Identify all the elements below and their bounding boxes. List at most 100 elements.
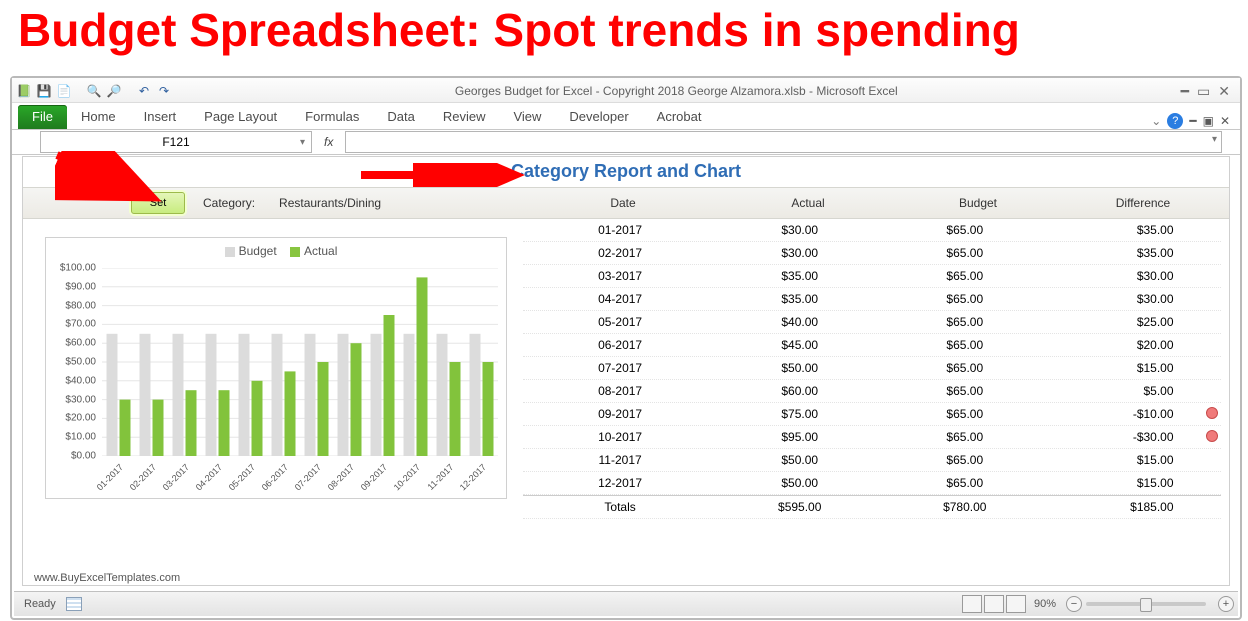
ribbon-tabs: File Home Insert Page Layout Formulas Da… [12,103,1240,130]
cell-flag [1204,407,1221,422]
tab-page-layout[interactable]: Page Layout [190,105,291,129]
minimize-icon[interactable]: ━ [1181,83,1189,100]
undo-icon[interactable]: ↶ [136,83,152,99]
header-row: Set Category: Restaurants/Dining Date Ac… [23,187,1229,219]
window-close-icon[interactable]: ✕ [1220,114,1230,128]
zoom-slider[interactable] [1086,602,1206,606]
cell-actual: $35.00 [717,269,882,283]
name-box[interactable]: F121 [40,131,312,153]
table-row[interactable]: 07-2017$50.00$65.00$15.00 [523,357,1221,380]
view-page-break-icon[interactable] [1006,595,1026,613]
view-normal-icon[interactable] [962,595,982,613]
cell-budget: $65.00 [882,476,1047,490]
bar-budget [272,334,283,456]
cell-difference: $5.00 [1047,384,1203,398]
cell-difference: -$30.00 [1047,430,1203,444]
tab-insert[interactable]: Insert [130,105,191,129]
tab-home[interactable]: Home [67,105,130,129]
cell-budget: $65.00 [882,269,1047,283]
page-headline: Budget Spreadsheet: Spot trends in spend… [0,0,1248,54]
tab-data[interactable]: Data [373,105,428,129]
table-row[interactable]: 11-2017$50.00$65.00$15.00 [523,449,1221,472]
y-tick-label: $10.00 [65,432,96,443]
find-next-icon[interactable]: 🔎 [106,83,122,99]
formula-input[interactable] [345,131,1222,153]
y-tick-label: $0.00 [71,451,96,462]
cell-date: 09-2017 [523,407,717,421]
status-bar: Ready 90% − + [14,591,1238,616]
tab-acrobat[interactable]: Acrobat [643,105,716,129]
table-row[interactable]: 05-2017$40.00$65.00$25.00 [523,311,1221,334]
bar-actual [318,362,329,456]
table-row[interactable]: 01-2017$30.00$65.00$35.00 [523,219,1221,242]
cell-difference: -$10.00 [1047,407,1203,421]
macro-record-icon[interactable] [66,597,82,611]
cell-actual: $35.00 [717,292,882,306]
cell-difference: $35.00 [1047,223,1203,237]
table-row[interactable]: 09-2017$75.00$65.00-$10.00 [523,403,1221,426]
bar-actual [186,390,197,456]
cell-date: 01-2017 [523,223,717,237]
cell-actual: $95.00 [717,430,882,444]
y-tick-label: $70.00 [65,319,96,330]
bar-budget [140,334,151,456]
set-button[interactable]: Set [131,192,185,214]
cell-difference: $30.00 [1047,292,1203,306]
restore-icon[interactable]: ▭ [1197,83,1210,100]
fx-label[interactable]: fx [324,135,333,149]
y-tick-label: $20.00 [65,413,96,424]
zoom-in-button[interactable]: + [1218,596,1234,612]
table-row[interactable]: 12-2017$50.00$65.00$15.00 [523,472,1221,495]
cell-budget: $65.00 [882,246,1047,260]
save-icon[interactable]: 💾 [36,83,52,99]
tab-review[interactable]: Review [429,105,500,129]
table-row[interactable]: 03-2017$35.00$65.00$30.00 [523,265,1221,288]
window-restore-icon[interactable]: ▣ [1203,114,1214,128]
cell-actual: $50.00 [717,476,882,490]
find-icon[interactable]: 🔍 [86,83,102,99]
tab-view[interactable]: View [499,105,555,129]
window-minimize-icon[interactable]: ━ [1189,114,1196,128]
bar-budget [305,334,316,456]
tab-file[interactable]: File [18,105,67,129]
cell-budget: $65.00 [882,430,1047,444]
cell-budget: $65.00 [882,361,1047,375]
close-icon[interactable]: ✕ [1218,83,1230,100]
x-tick-label: 02-2017 [128,462,158,492]
window-title: Georges Budget for Excel - Copyright 201… [172,84,1181,98]
cell-date: 12-2017 [523,476,717,490]
x-tick-label: 08-2017 [326,462,356,492]
table-row[interactable]: 02-2017$30.00$65.00$35.00 [523,242,1221,265]
tab-formulas[interactable]: Formulas [291,105,373,129]
data-rows: 01-2017$30.00$65.00$35.0002-2017$30.00$6… [523,219,1221,583]
bar-actual [219,390,230,456]
y-tick-label: $50.00 [65,357,96,368]
cell-budget: $65.00 [882,338,1047,352]
table-row[interactable]: 04-2017$35.00$65.00$30.00 [523,288,1221,311]
cell-budget: $65.00 [882,453,1047,467]
chart-y-axis: $100.00$90.00$80.00$70.00$60.00$50.00$40… [46,268,100,456]
cell-actual: $50.00 [717,453,882,467]
table-row[interactable]: 06-2017$45.00$65.00$20.00 [523,334,1221,357]
bar-budget [239,334,250,456]
tab-developer[interactable]: Developer [555,105,642,129]
chart-plot [102,268,498,456]
help-icon[interactable]: ? [1167,113,1183,129]
y-tick-label: $60.00 [65,338,96,349]
cell-difference: $15.00 [1047,361,1203,375]
x-tick-label: 05-2017 [227,462,257,492]
zoom-level[interactable]: 90% [1034,598,1056,610]
table-row[interactable]: 08-2017$60.00$65.00$5.00 [523,380,1221,403]
zoom-out-button[interactable]: − [1066,596,1082,612]
cell-date: 08-2017 [523,384,717,398]
cell-actual: $75.00 [717,407,882,421]
cell-actual: $30.00 [717,223,882,237]
ribbon-minimize-caret-icon[interactable]: ⌄ [1151,114,1161,128]
view-page-layout-icon[interactable] [984,595,1004,613]
cell-date: 10-2017 [523,430,717,444]
cell-date: 06-2017 [523,338,717,352]
table-row[interactable]: 10-2017$95.00$65.00-$30.00 [523,426,1221,449]
redo-icon[interactable]: ↷ [156,83,172,99]
cell-budget: $65.00 [882,407,1047,421]
print-preview-icon[interactable]: 📄 [56,83,72,99]
